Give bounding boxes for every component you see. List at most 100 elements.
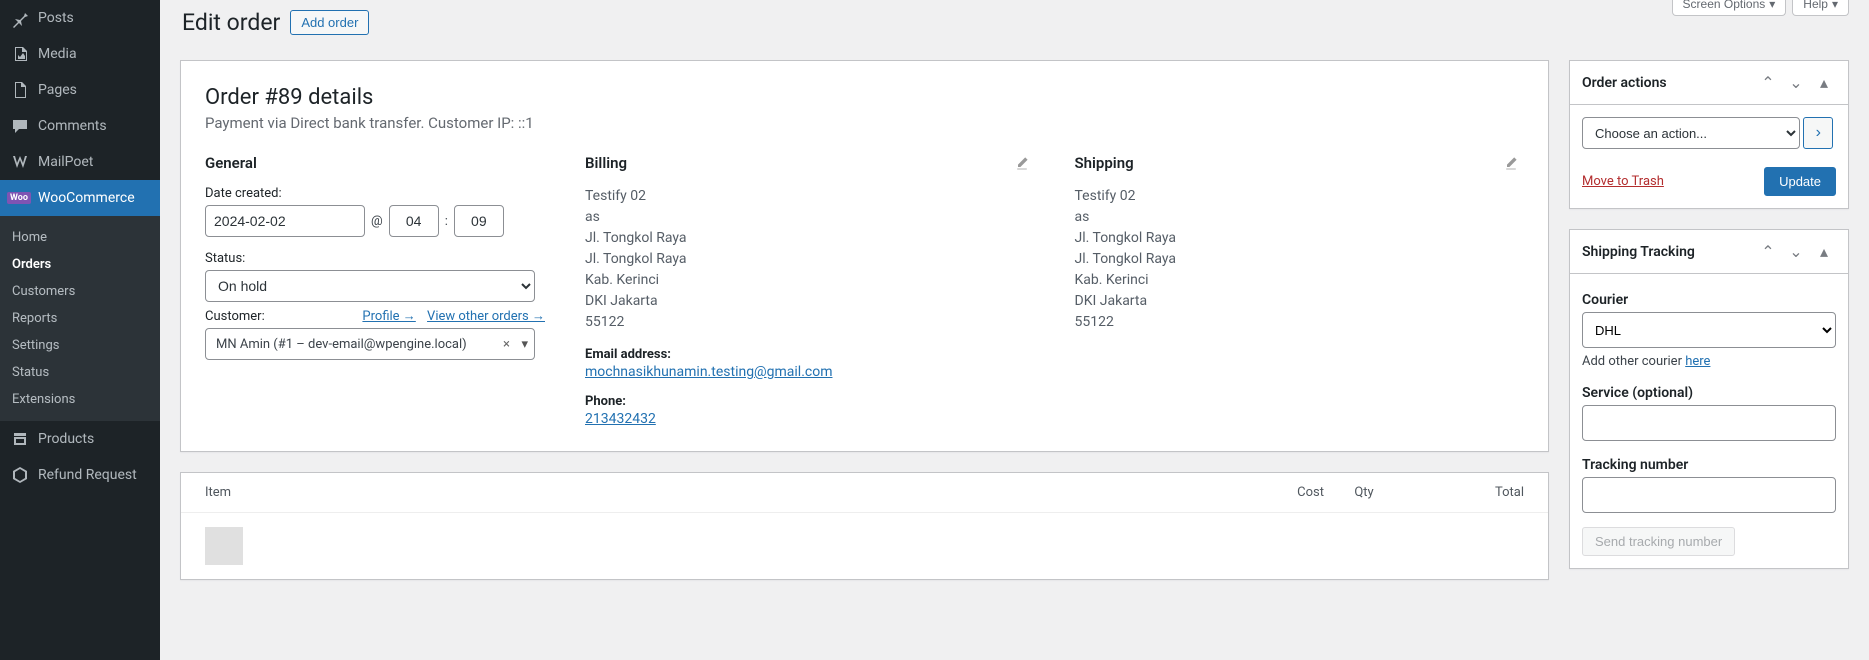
submenu-home[interactable]: Home xyxy=(0,224,160,251)
billing-line: Jl. Tongkol Raya xyxy=(585,228,1035,249)
customer-select[interactable]: MN Amin (#1 – dev-email@wpengine.local) … xyxy=(205,328,535,360)
billing-line: 55122 xyxy=(585,312,1035,333)
status-select[interactable]: On hold xyxy=(205,270,535,302)
minute-input[interactable] xyxy=(454,205,504,237)
menu-posts[interactable]: Posts xyxy=(0,0,160,36)
shipping-line: 55122 xyxy=(1075,312,1525,333)
billing-phone-link[interactable]: 213432432 xyxy=(585,411,656,427)
billing-email-link[interactable]: mochnasikhunamin.testing@gmail.com xyxy=(585,364,832,380)
submenu-customers[interactable]: Customers xyxy=(0,278,160,305)
send-tracking-button[interactable]: Send tracking number xyxy=(1582,527,1735,556)
menu-label: Products xyxy=(38,431,94,447)
add-courier-link[interactable]: here xyxy=(1685,354,1710,369)
main-content: Edit order Add order Screen Options ▾ He… xyxy=(160,0,1869,660)
chevron-down-icon: ▾ xyxy=(1832,0,1838,11)
edit-shipping-button[interactable] xyxy=(1502,154,1520,172)
menu-label: Pages xyxy=(38,82,77,98)
menu-products[interactable]: Products xyxy=(0,421,160,457)
menu-label: Comments xyxy=(38,118,107,134)
move-down-button[interactable]: ⌄ xyxy=(1784,240,1808,264)
service-label: Service (optional) xyxy=(1582,385,1836,401)
billing-heading: Billing xyxy=(585,154,1035,172)
shipping-tracking-box: Shipping Tracking ⌃ ⌄ ▴ Courier DHL Add … xyxy=(1569,229,1849,569)
menu-label: WooCommerce xyxy=(38,190,135,206)
chevron-up-icon: ⌃ xyxy=(1761,73,1774,93)
admin-sidebar: Posts Media Pages Comments MailPoet Woo … xyxy=(0,0,160,660)
chevron-up-icon: ⌃ xyxy=(1761,242,1774,262)
screen-options-button[interactable]: Screen Options ▾ xyxy=(1672,0,1787,16)
email-label: Email address: xyxy=(585,347,1035,362)
label: Help xyxy=(1803,0,1828,11)
caret-up-icon: ▴ xyxy=(1820,242,1828,262)
hour-input[interactable] xyxy=(389,205,439,237)
update-button[interactable]: Update xyxy=(1764,167,1836,196)
clear-icon[interactable]: × xyxy=(503,337,510,352)
item-thumbnail xyxy=(205,527,243,565)
edit-billing-button[interactable] xyxy=(1013,154,1031,172)
billing-line: DKI Jakarta xyxy=(585,291,1035,312)
courier-label: Courier xyxy=(1582,292,1836,308)
menu-label: MailPoet xyxy=(38,154,93,170)
shipping-tracking-title: Shipping Tracking xyxy=(1582,244,1695,260)
submenu-reports[interactable]: Reports xyxy=(0,305,160,332)
hint-text: Add other courier xyxy=(1582,354,1685,369)
view-other-orders-link[interactable]: View other orders → xyxy=(427,309,545,324)
menu-refund-request[interactable]: Refund Request xyxy=(0,457,160,493)
help-button[interactable]: Help ▾ xyxy=(1792,0,1849,16)
pushpin-icon xyxy=(10,8,30,28)
menu-woocommerce[interactable]: Woo WooCommerce xyxy=(0,180,160,216)
shipping-line: Jl. Tongkol Raya xyxy=(1075,249,1525,270)
status-label: Status: xyxy=(205,251,545,266)
colon-symbol: : xyxy=(445,214,448,229)
customer-label: Customer: xyxy=(205,309,265,324)
tracking-number-label: Tracking number xyxy=(1582,457,1836,473)
at-symbol: @ xyxy=(371,214,383,229)
chevron-down-icon: ▾ xyxy=(1769,0,1775,11)
apply-action-button[interactable]: › xyxy=(1803,117,1833,149)
courier-select[interactable]: DHL xyxy=(1582,312,1836,348)
menu-mailpoet[interactable]: MailPoet xyxy=(0,144,160,180)
toggle-panel-button[interactable]: ▴ xyxy=(1812,71,1836,95)
order-action-select[interactable]: Choose an action... xyxy=(1582,117,1800,149)
move-up-button[interactable]: ⌃ xyxy=(1756,240,1780,264)
mailpoet-icon xyxy=(10,152,30,172)
submenu-settings[interactable]: Settings xyxy=(0,332,160,359)
shipping-line: DKI Jakarta xyxy=(1075,291,1525,312)
order-items-box: Item Cost Qty Total xyxy=(180,472,1549,580)
col-qty: Qty xyxy=(1324,485,1404,500)
woocommerce-icon: Woo xyxy=(10,188,30,208)
move-up-button[interactable]: ⌃ xyxy=(1756,71,1780,95)
submenu-extensions[interactable]: Extensions xyxy=(0,386,160,413)
service-input[interactable] xyxy=(1582,405,1836,441)
order-subtitle: Payment via Direct bank transfer. Custom… xyxy=(205,114,1524,132)
phone-label: Phone: xyxy=(585,394,1035,409)
shipping-line: Testify 02 xyxy=(1075,186,1525,207)
add-courier-hint: Add other courier here xyxy=(1582,354,1836,369)
shipping-heading: Shipping xyxy=(1075,154,1525,172)
date-created-input[interactable] xyxy=(205,205,365,237)
date-created-label: Date created: xyxy=(205,186,545,201)
submenu-status[interactable]: Status xyxy=(0,359,160,386)
order-actions-box: Order actions ⌃ ⌄ ▴ Choose an action... … xyxy=(1569,60,1849,209)
toggle-panel-button[interactable]: ▴ xyxy=(1812,240,1836,264)
col-item: Item xyxy=(205,485,1204,500)
menu-pages[interactable]: Pages xyxy=(0,72,160,108)
add-order-button[interactable]: Add order xyxy=(290,10,369,35)
caret-up-icon: ▴ xyxy=(1820,73,1828,93)
page-title: Edit order xyxy=(182,9,280,36)
menu-media[interactable]: Media xyxy=(0,36,160,72)
col-cost: Cost xyxy=(1204,485,1324,500)
move-down-button[interactable]: ⌄ xyxy=(1784,71,1808,95)
chevron-down-icon[interactable]: ▾ xyxy=(521,337,528,352)
shipping-line: Kab. Kerinci xyxy=(1075,270,1525,291)
move-to-trash-link[interactable]: Move to Trash xyxy=(1582,174,1664,189)
billing-line: Jl. Tongkol Raya xyxy=(585,249,1035,270)
items-table-header: Item Cost Qty Total xyxy=(181,473,1548,513)
menu-comments[interactable]: Comments xyxy=(0,108,160,144)
pencil-icon xyxy=(1503,155,1519,171)
submenu-orders[interactable]: Orders xyxy=(0,251,160,278)
order-actions-title: Order actions xyxy=(1582,75,1667,91)
label: Screen Options xyxy=(1683,0,1766,11)
profile-link[interactable]: Profile → xyxy=(362,309,415,324)
tracking-number-input[interactable] xyxy=(1582,477,1836,513)
